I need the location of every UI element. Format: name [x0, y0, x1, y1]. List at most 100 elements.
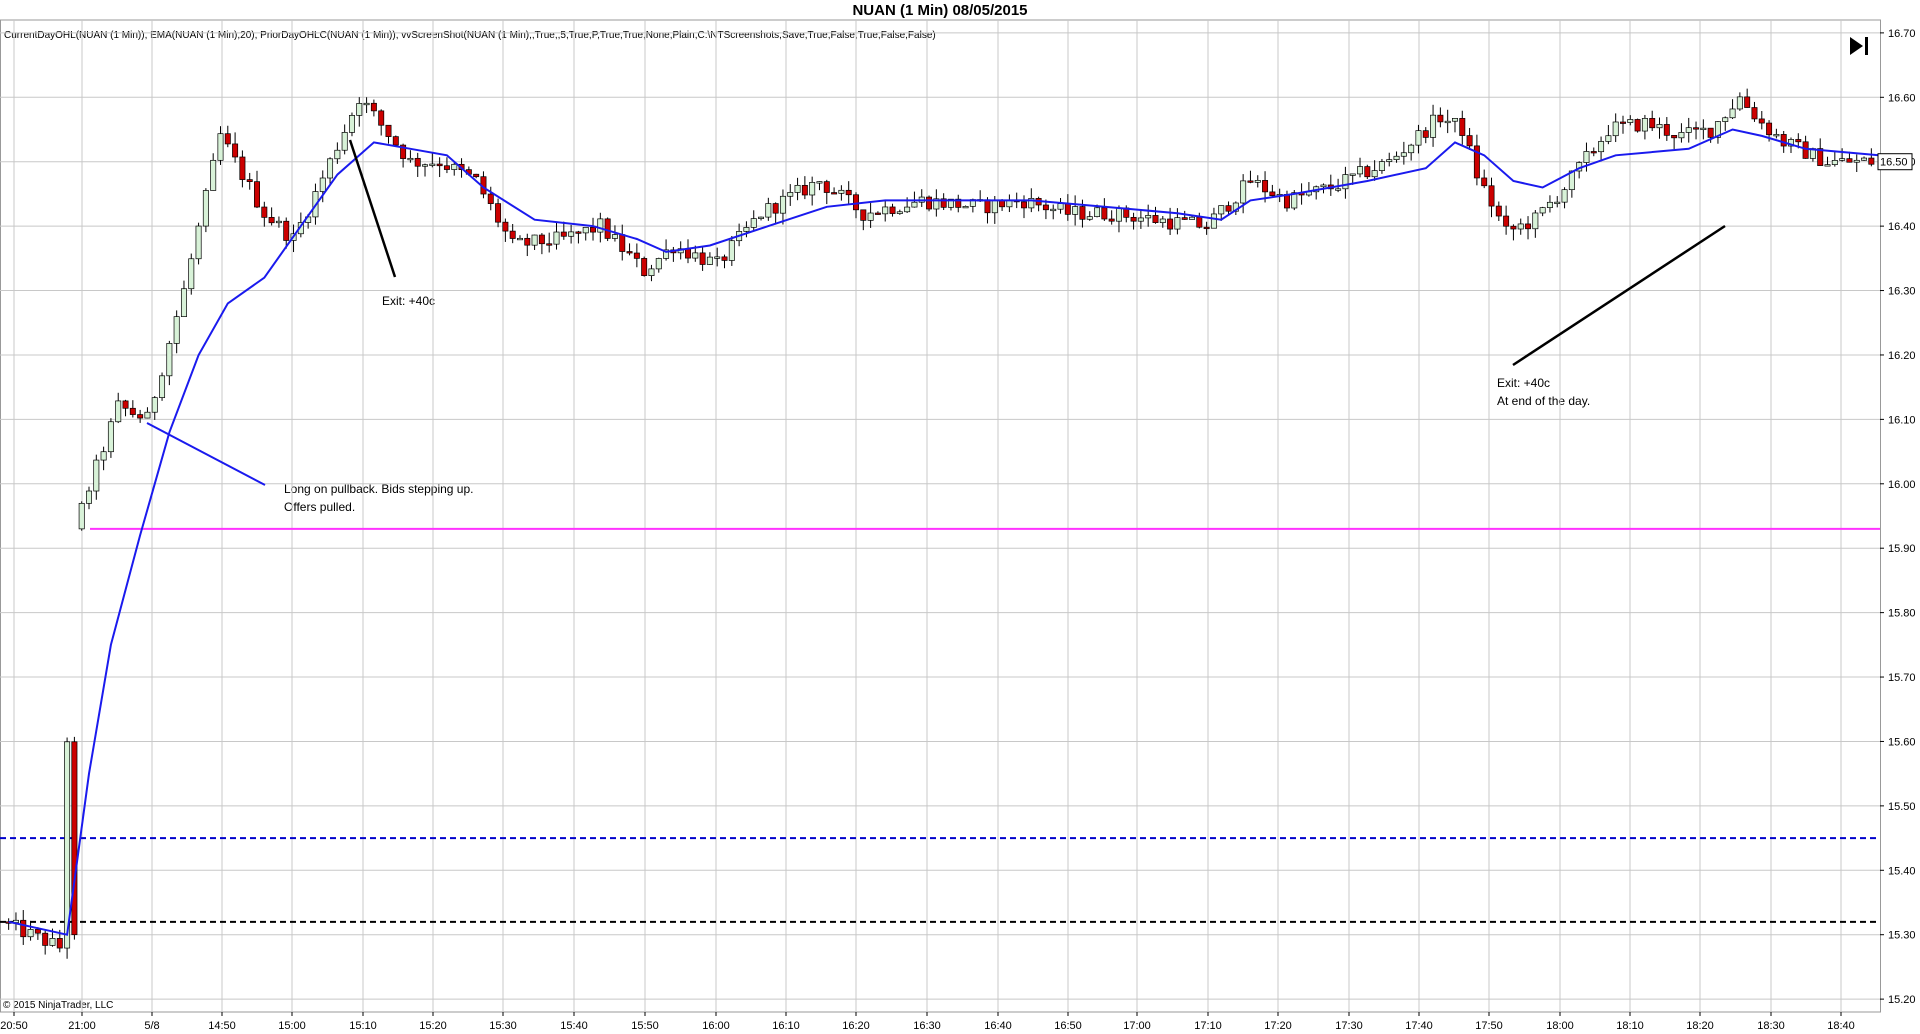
- candle-body: [385, 124, 392, 137]
- candle-body: [1101, 207, 1108, 220]
- candle-body: [502, 221, 509, 232]
- candle-body: [568, 231, 575, 237]
- trendline-exit-first: [348, 139, 397, 278]
- candle-body: [115, 400, 122, 423]
- candle-body: [1561, 189, 1568, 203]
- candle-body: [129, 407, 136, 415]
- candle-body: [626, 251, 633, 254]
- candle-body: [1218, 205, 1225, 215]
- candle-body: [1663, 124, 1670, 136]
- candle-body: [378, 110, 385, 126]
- candle-body: [1751, 107, 1758, 120]
- time-axis: 20:50 21:00 5/8 14:50 15:00 15:10 15:20 15:30 15…: [0, 1012, 1855, 1032]
- candle-body: [1853, 159, 1860, 163]
- candle-body: [1210, 213, 1217, 229]
- candle-body: [107, 421, 114, 453]
- time-tick-label: 18:40: [1827, 1020, 1855, 1032]
- candle-body: [962, 206, 969, 209]
- candle-body: [509, 230, 516, 239]
- candle-body: [1145, 215, 1152, 219]
- time-tick-label: 17:40: [1405, 1020, 1433, 1032]
- candle-body: [1042, 204, 1049, 211]
- candle-body: [254, 181, 260, 208]
- candle-body: [370, 102, 377, 112]
- candle-body: [1386, 159, 1393, 162]
- price-tick-label: 16.20: [1888, 350, 1916, 362]
- price-tick-label: 16.30: [1888, 286, 1916, 298]
- candle-body: [348, 115, 355, 133]
- candle-body: [166, 343, 173, 377]
- candle-body: [889, 206, 896, 214]
- candle-body: [582, 226, 589, 234]
- price-tick-label: 16.10: [1888, 414, 1916, 426]
- time-tick-label: 16:10: [772, 1020, 800, 1032]
- candle-body: [597, 218, 604, 233]
- candle-body: [845, 189, 852, 196]
- trendline-long-entry: [146, 422, 266, 486]
- candle-body: [809, 182, 816, 196]
- candle-body: [991, 199, 998, 214]
- time-tick-label: 15:50: [631, 1020, 659, 1032]
- candle-body: [1459, 118, 1466, 136]
- time-tick-label: 16:30: [913, 1020, 941, 1032]
- candle-body: [1283, 194, 1290, 209]
- candle-body: [34, 929, 41, 934]
- candle-body: [1371, 170, 1378, 178]
- candle-body: [1057, 203, 1064, 210]
- candle-body: [1415, 130, 1422, 146]
- time-tick-label: 17:00: [1123, 1020, 1151, 1032]
- candle-body: [758, 216, 765, 219]
- time-tick-label: 17:30: [1335, 1020, 1363, 1032]
- candle-body: [210, 159, 217, 191]
- candle-body: [1481, 177, 1488, 187]
- candle-body: [728, 240, 735, 261]
- candle-body: [1780, 134, 1787, 147]
- current-price-label: 16.50: [1880, 157, 1908, 169]
- candle-body: [436, 163, 443, 167]
- candle-body: [1444, 120, 1451, 124]
- candle-body: [1408, 144, 1415, 154]
- candle-body: [363, 102, 370, 106]
- candle-body: [356, 103, 363, 116]
- candle-body: [648, 268, 655, 276]
- candle-body: [334, 149, 341, 160]
- candle-body: [1620, 121, 1626, 124]
- trendline-exit-second: [1512, 224, 1726, 367]
- price-tick-label: 15.30: [1888, 930, 1916, 942]
- candle-body: [1430, 114, 1437, 138]
- candle-body: [604, 218, 611, 239]
- candle-body: [1861, 157, 1868, 161]
- price-chart[interactable]: 15.20 15.30 15.40 15.50 15.60 15.70 15.80 15.90…: [0, 0, 1920, 1034]
- candle-body: [984, 199, 991, 214]
- candle-body: [1181, 217, 1188, 220]
- candle-body: [546, 243, 553, 246]
- candle-body: [1510, 225, 1517, 230]
- candle-body: [188, 258, 195, 290]
- time-tick-label: 16:20: [842, 1020, 870, 1032]
- candle-body: [151, 397, 158, 413]
- candle-body: [1064, 203, 1071, 215]
- current-price-marker: 16.50: [1877, 153, 1913, 171]
- candle-body: [224, 133, 231, 145]
- candle-body: [1108, 218, 1115, 222]
- candle-body: [619, 234, 626, 252]
- candle-body: [1707, 127, 1714, 138]
- candle-body: [86, 490, 92, 504]
- candle-body: [692, 252, 699, 259]
- time-tick-label: 15:30: [489, 1020, 517, 1032]
- candle-body: [319, 177, 326, 192]
- time-tick-label: 15:20: [419, 1020, 447, 1032]
- candle-body: [1736, 96, 1743, 110]
- candle-body: [1554, 201, 1561, 205]
- candle-body: [1583, 151, 1590, 163]
- candle-body: [1050, 208, 1057, 212]
- candle-body: [765, 203, 772, 218]
- time-tick-label: 21:00: [68, 1020, 96, 1032]
- price-tick-label: 15.40: [1888, 865, 1916, 877]
- candle-body: [1342, 174, 1349, 190]
- candle-body: [1378, 161, 1385, 171]
- candle-body: [20, 919, 27, 938]
- candle-body: [1634, 119, 1641, 132]
- candle-body: [1072, 206, 1079, 215]
- candle-body: [1094, 207, 1101, 217]
